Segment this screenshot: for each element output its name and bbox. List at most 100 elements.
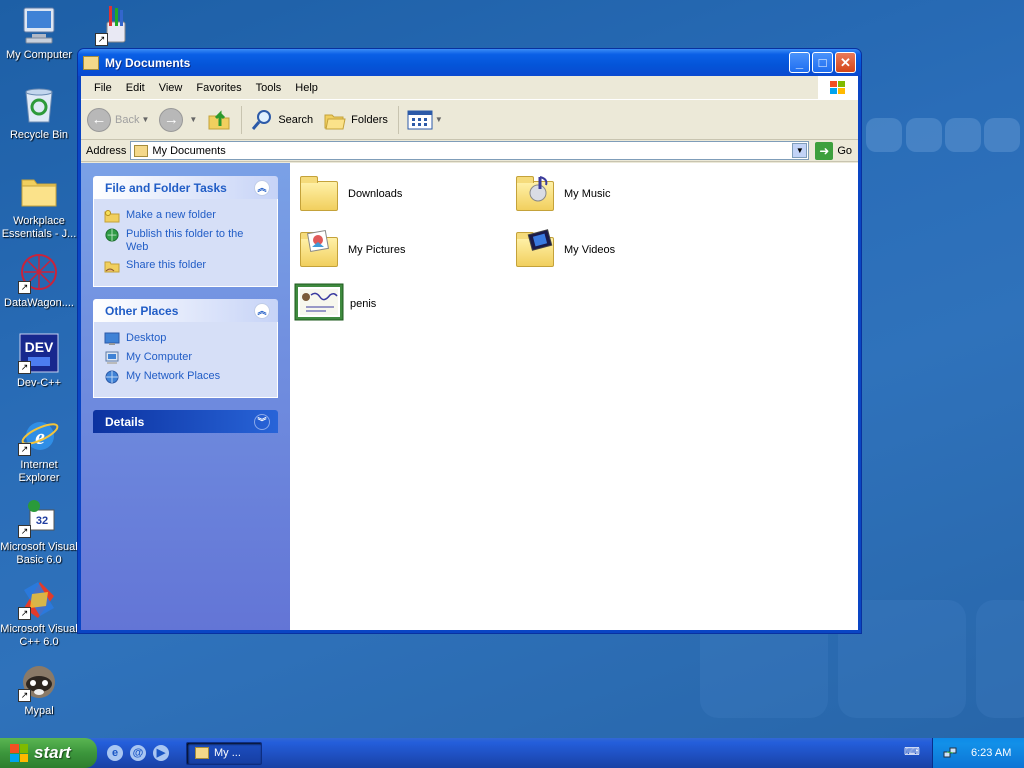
- desktop-icon-label: DataWagon....: [4, 297, 74, 309]
- folders-button[interactable]: Folders: [323, 109, 388, 131]
- file-item-downloads[interactable]: Downloads: [296, 173, 506, 215]
- datawagon-icon: ↗: [18, 252, 60, 294]
- desktop-icon-visual-cpp[interactable]: ↗ Microsoft Visual C++ 6.0: [0, 578, 78, 649]
- computer-icon: [105, 351, 119, 364]
- media-player-icon[interactable]: ▶: [153, 745, 169, 761]
- recycle-bin-icon: [18, 84, 60, 126]
- taskbar-button-my-documents[interactable]: My ...: [186, 741, 262, 765]
- internet-explorer-icon[interactable]: e: [107, 745, 123, 761]
- address-dropdown-icon[interactable]: ▼: [792, 143, 808, 158]
- task-label: Share this folder: [126, 259, 207, 271]
- menu-edit[interactable]: Edit: [119, 82, 152, 94]
- file-name: Downloads: [348, 188, 403, 200]
- desktop-icon-visual-basic[interactable]: 32 ↗ Microsoft Visual Basic 6.0: [0, 496, 78, 567]
- keyboard-icon[interactable]: ⌨: [904, 745, 920, 759]
- maximize-button[interactable]: □: [812, 52, 833, 73]
- taskbar-button-label: My ...: [214, 747, 241, 759]
- dropdown-arrow-icon[interactable]: ▼: [435, 115, 443, 124]
- search-button[interactable]: Search: [250, 108, 313, 132]
- dropdown-arrow-icon[interactable]: ▼: [189, 115, 197, 124]
- panel-header[interactable]: Other Places ︽: [93, 299, 278, 322]
- search-label: Search: [278, 113, 314, 126]
- back-button[interactable]: ← Back ▼: [87, 107, 149, 132]
- file-item-image[interactable]: penis: [294, 283, 504, 325]
- desktop-icon-dev-cpp[interactable]: DEV ↗ Dev-C++: [0, 332, 78, 390]
- task-label: Publish this folder to the Web: [126, 228, 244, 253]
- desktop-icon-workplace-essentials[interactable]: Workplace Essentials - J...: [0, 170, 78, 241]
- dropdown-arrow-icon[interactable]: ▼: [141, 115, 149, 124]
- panel-header[interactable]: Details ︾: [93, 410, 278, 433]
- explorer-content: File and Folder Tasks ︽ Make a new folde…: [81, 163, 858, 630]
- file-item-my-music[interactable]: My Music: [512, 173, 722, 215]
- forward-button[interactable]: → ▼: [159, 107, 197, 132]
- address-input[interactable]: My Documents ▼: [130, 141, 810, 160]
- paint-brushes-icon: ↗: [95, 4, 137, 46]
- start-label: start: [34, 743, 71, 762]
- explorer-window[interactable]: My Documents _ □ ✕ File Edit View Favori…: [77, 48, 862, 634]
- place-my-computer[interactable]: My Computer: [104, 351, 267, 365]
- desktop-icon-label: Workplace Essentials - J...: [1, 215, 77, 240]
- network-places-icon: [105, 370, 119, 384]
- desktop-icon-internet-explorer[interactable]: e ↗ Internet Explorer: [0, 414, 78, 485]
- clock[interactable]: 6:23 AM: [971, 747, 1011, 759]
- collapse-chevron-icon[interactable]: ︽: [254, 179, 270, 196]
- place-desktop[interactable]: Desktop: [104, 332, 267, 346]
- views-button[interactable]: ▼: [407, 110, 443, 130]
- desktop-icon-label: Recycle Bin: [9, 129, 69, 141]
- desktop-icon-label: Microsoft Visual Basic 6.0: [0, 541, 78, 566]
- back-label: Back: [115, 113, 140, 126]
- file-item-my-videos[interactable]: My Videos: [512, 229, 722, 271]
- quick-launch-app-icon[interactable]: @: [130, 745, 146, 761]
- visual-cpp-icon: ↗: [18, 578, 60, 620]
- panel-file-folder-tasks: File and Folder Tasks ︽ Make a new folde…: [93, 176, 278, 287]
- folder-icon: [296, 173, 342, 215]
- file-list[interactable]: Downloads My Music My Pictures My Videos…: [290, 163, 858, 630]
- music-folder-icon: [512, 173, 558, 215]
- folders-label: Folders: [351, 113, 388, 126]
- panel-title: Other Places: [105, 303, 179, 318]
- place-my-network-places[interactable]: My Network Places: [104, 370, 267, 384]
- menu-help[interactable]: Help: [288, 82, 325, 94]
- go-label: Go: [837, 144, 852, 157]
- panel-body: Desktop My Computer My Network Places: [93, 322, 278, 398]
- go-button[interactable]: ➜ Go: [815, 141, 852, 160]
- file-name: My Videos: [564, 244, 616, 256]
- up-folder-button[interactable]: [207, 108, 231, 132]
- folder-icon: [18, 170, 60, 212]
- system-tray: 6:23 AM: [932, 738, 1024, 768]
- shortcut-arrow-icon: ↗: [18, 361, 31, 374]
- desktop-icon-datawagon[interactable]: ↗ DataWagon....: [0, 252, 78, 310]
- start-button[interactable]: start: [0, 738, 97, 768]
- desktop-icon-my-computer[interactable]: My Computer: [0, 4, 78, 62]
- file-item-my-pictures[interactable]: My Pictures: [296, 229, 506, 271]
- desktop-icon-mypal[interactable]: ↗ Mypal: [0, 660, 78, 718]
- task-publish-folder[interactable]: Publish this folder to the Web: [104, 228, 267, 254]
- shortcut-arrow-icon: ↗: [18, 607, 31, 620]
- desktop-icon-recycle-bin[interactable]: Recycle Bin: [0, 84, 78, 142]
- network-tray-icon[interactable]: [943, 746, 957, 760]
- place-label: My Network Places: [126, 370, 221, 382]
- shortcut-arrow-icon: ↗: [18, 525, 31, 538]
- menu-tools[interactable]: Tools: [249, 82, 289, 94]
- menu-file[interactable]: File: [87, 82, 119, 94]
- address-bar: Address My Documents ▼ ➜ Go: [81, 140, 858, 162]
- task-share-folder[interactable]: Share this folder: [104, 259, 267, 273]
- task-label: Make a new folder: [126, 209, 216, 221]
- collapse-chevron-icon[interactable]: ︽: [254, 302, 270, 319]
- title-bar[interactable]: My Documents _ □ ✕: [78, 49, 861, 76]
- task-make-new-folder[interactable]: Make a new folder: [104, 209, 267, 223]
- panel-title: Details: [105, 414, 145, 429]
- desktop-icon-label: My Computer: [5, 49, 73, 61]
- menu-bar: File Edit View Favorites Tools Help: [81, 76, 858, 100]
- menu-view[interactable]: View: [152, 82, 190, 94]
- shortcut-arrow-icon: ↗: [18, 281, 31, 294]
- expand-chevron-icon[interactable]: ︾: [254, 413, 270, 430]
- close-button[interactable]: ✕: [835, 52, 856, 73]
- my-computer-icon: [18, 4, 60, 46]
- desktop-icon: [104, 332, 120, 345]
- desktop-icon-paint[interactable]: ↗: [76, 4, 156, 49]
- address-label: Address: [86, 144, 127, 157]
- panel-header[interactable]: File and Folder Tasks ︽: [93, 176, 278, 199]
- menu-favorites[interactable]: Favorites: [189, 82, 248, 94]
- minimize-button[interactable]: _: [789, 52, 810, 73]
